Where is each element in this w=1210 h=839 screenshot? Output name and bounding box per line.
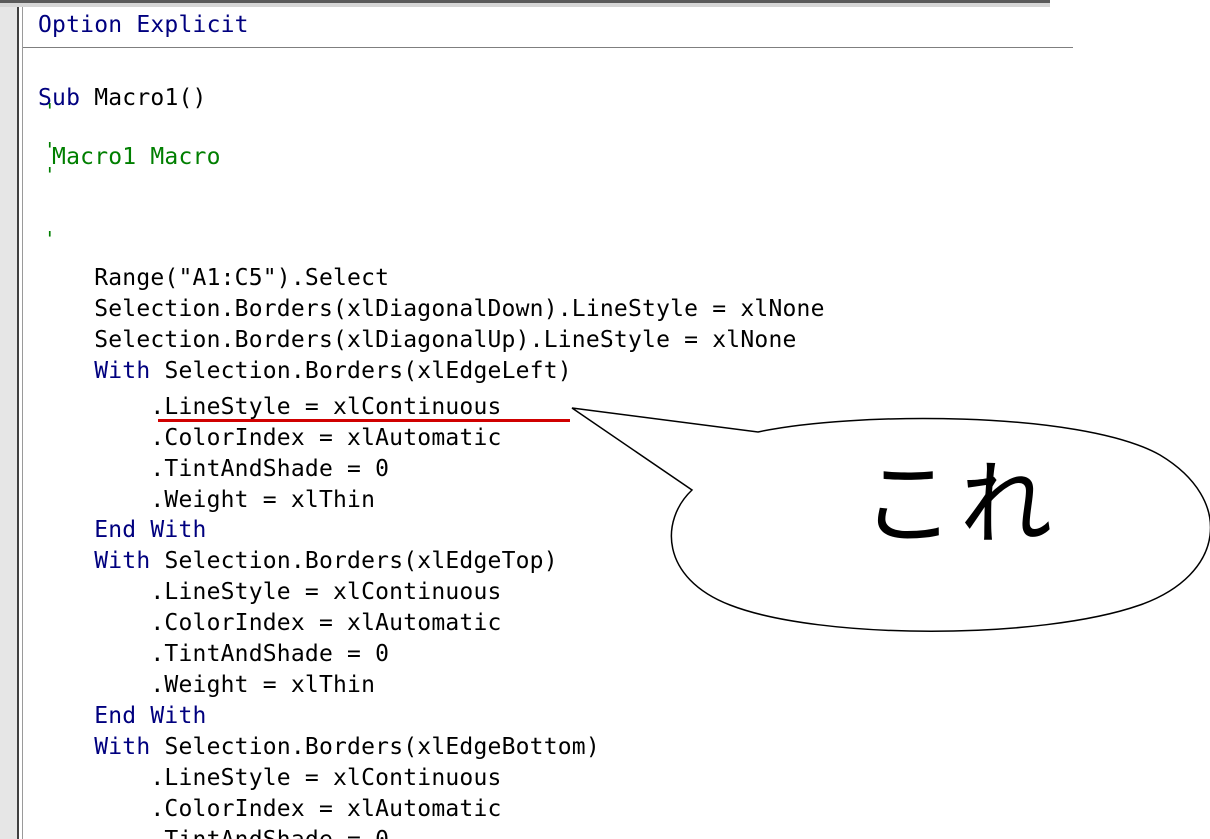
code-line[interactable]: Selection.Borders(xlDiagonalUp).LineStyl…: [38, 325, 797, 355]
with-target: Selection.Borders(xlEdgeTop): [150, 548, 558, 574]
code-line[interactable]: .TintAndShade = 0: [38, 825, 389, 839]
code-line-option-explicit[interactable]: Option Explicit: [38, 10, 249, 40]
code-line[interactable]: .Weight = xlThin: [38, 670, 375, 700]
code-line[interactable]: .TintAndShade = 0: [38, 454, 389, 484]
comment-apostrophe: ': [47, 227, 53, 251]
keyword-sub: Sub: [38, 85, 81, 111]
callout-text: これ: [861, 451, 1058, 558]
code-line[interactable]: .LineStyle = xlContinuous: [38, 577, 502, 607]
code-line-comment-macro[interactable]: Macro1 Macro: [38, 142, 221, 172]
code-line[interactable]: .LineStyle = xlContinuous: [38, 763, 502, 793]
code-line-with[interactable]: With Selection.Borders(xlEdgeLeft): [38, 356, 572, 386]
code-line[interactable]: Range("A1:C5").Select: [38, 263, 389, 293]
code-line[interactable]: .ColorIndex = xlAutomatic: [38, 423, 502, 453]
comment-apostrophe: ': [47, 99, 53, 123]
code-line-end-with[interactable]: End With: [38, 701, 207, 731]
code-line-highlighted[interactable]: .LineStyle = xlContinuous: [38, 392, 502, 422]
code-line[interactable]: Selection.Borders(xlDiagonalDown).LineSt…: [38, 294, 825, 324]
with-target: Selection.Borders(xlEdgeLeft): [150, 358, 572, 384]
comment-apostrophe: ': [47, 163, 53, 187]
code-line-with[interactable]: With Selection.Borders(xlEdgeBottom): [38, 732, 600, 762]
margin-divider-inner: [22, 7, 23, 839]
code-line-end-with[interactable]: End With: [38, 515, 207, 545]
code-line[interactable]: .ColorIndex = xlAutomatic: [38, 794, 502, 824]
with-target: Selection.Borders(xlEdgeBottom): [150, 734, 600, 760]
code-line-sub-declaration[interactable]: Sub Macro1(): [38, 83, 207, 113]
margin-divider: [17, 7, 19, 839]
code-line-with[interactable]: With Selection.Borders(xlEdgeTop): [38, 546, 558, 576]
margin-indicator-bar[interactable]: [0, 7, 17, 839]
keyword-with: With: [38, 734, 151, 760]
sub-name: Macro1(): [80, 85, 207, 111]
code-line[interactable]: .ColorIndex = xlAutomatic: [38, 608, 502, 638]
keyword-with: With: [38, 548, 151, 574]
red-underline-marker: [158, 419, 570, 422]
keyword-with: With: [38, 358, 151, 384]
code-line[interactable]: .TintAndShade = 0: [38, 639, 389, 669]
vba-code-window: Option Explicit Sub Macro1() ' ' Macro1 …: [0, 0, 1210, 839]
code-line[interactable]: .Weight = xlThin: [38, 485, 375, 515]
